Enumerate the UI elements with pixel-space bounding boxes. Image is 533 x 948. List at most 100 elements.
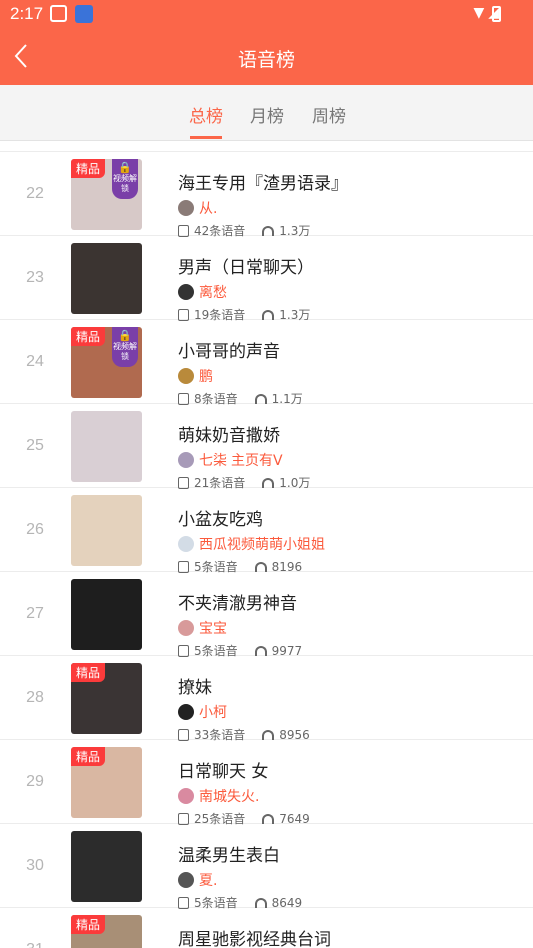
author[interactable]: 宝宝 (178, 618, 227, 637)
author[interactable]: 南城失火. (178, 786, 260, 805)
active-tab-indicator (190, 136, 222, 139)
avatar (178, 704, 194, 720)
avatar (178, 788, 194, 804)
title-bar: 语音榜 (0, 28, 533, 85)
list-item[interactable]: 30 温柔男生表白 夏. 5条语音 8649 (0, 824, 533, 910)
item-title: 撩妹 (178, 678, 212, 698)
tab-monthly[interactable]: 月榜 (250, 102, 284, 127)
author[interactable]: 七柒 主页有V (178, 450, 283, 469)
avatar (178, 620, 194, 636)
list-item[interactable]: 28 精品 撩妹 小柯 33条语音 8956 (0, 656, 533, 742)
item-title: 不夹清澈男神音 (178, 594, 297, 614)
headphones-icon (262, 310, 275, 320)
lock-icon: 🔒 (118, 161, 132, 174)
cover-image: 精品 (71, 747, 142, 818)
tab-weekly[interactable]: 周榜 (312, 102, 346, 127)
list-item[interactable]: 27 不夹清澈男神音 宝宝 5条语音 9977 (0, 572, 533, 658)
rank-number: 30 (26, 857, 44, 874)
rank-number: 23 (26, 269, 44, 286)
premium-badge: 精品 (71, 915, 106, 934)
premium-badge: 精品 (71, 159, 106, 178)
author[interactable]: 西瓜视频萌萌小姐姐 (178, 534, 325, 553)
author-name: 宝宝 (199, 621, 227, 637)
author-name: 夏. (199, 873, 218, 889)
rank-number: 26 (26, 521, 44, 538)
avatar (178, 872, 194, 888)
item-title: 周星驰影视经典台词 (178, 930, 331, 948)
list-item[interactable]: 25 萌妹奶音撒娇 七柒 主页有V 21条语音 1.0万 (0, 404, 533, 490)
status-bar: 2:17 ▼◢ (0, 0, 533, 28)
author-name: 离愁 (199, 285, 227, 301)
list-item[interactable]: 31精品周星驰影视经典台词 (0, 908, 533, 948)
cover-image: 精品 🔒 视频解锁 (71, 159, 142, 230)
cover-image (71, 411, 142, 482)
list-item[interactable]: 24 精品 🔒 视频解锁 小哥哥的声音鹏 8条语音 1.1万 (0, 320, 533, 406)
author[interactable]: 夏. (178, 870, 218, 889)
item-title: 日常聊天 女 (178, 762, 269, 782)
tab-bar: 总榜 月榜 周榜 (0, 85, 533, 141)
premium-badge: 精品 (71, 747, 106, 766)
video-unlock-label: 视频解锁 (113, 342, 137, 361)
author-name: 小柯 (199, 705, 227, 721)
rank-number: 29 (26, 773, 44, 790)
rank-number: 22 (26, 185, 44, 202)
avatar (178, 368, 194, 384)
author-name: 南城失火. (199, 789, 260, 805)
battery-icon (492, 6, 501, 22)
tab-overall[interactable]: 总榜 (189, 102, 223, 127)
cover-image: 精品 (71, 915, 142, 948)
avatar (178, 284, 194, 300)
video-unlock-tag: 🔒 视频解锁 (112, 327, 138, 367)
rank-number: 25 (26, 437, 44, 454)
rank-number: 31 (0, 941, 70, 948)
author[interactable]: 小柯 (178, 702, 227, 721)
cover-image (71, 243, 142, 314)
author-name: 七柒 (199, 453, 227, 469)
headphones-icon (254, 394, 267, 404)
page-title: 语音榜 (237, 49, 295, 71)
author-name: 西瓜视频萌萌小姐姐 (199, 537, 325, 553)
list-item[interactable]: 29 精品 日常聊天 女南城失火. 25条语音 7649 (0, 740, 533, 826)
video-unlock-label: 视频解锁 (113, 174, 137, 193)
cover-image: 精品 (71, 663, 142, 734)
item-title: 海王专用『渣男语录』 (178, 174, 348, 194)
author[interactable]: 离愁 (178, 282, 227, 301)
author[interactable]: 从. (178, 198, 218, 217)
notification-app-icon (50, 5, 67, 22)
item-title: 小盆友吃鸡 (178, 510, 263, 530)
video-unlock-tag: 🔒 视频解锁 (112, 159, 138, 199)
item-title: 男声（日常聊天） (178, 258, 314, 278)
premium-badge: 精品 (71, 663, 106, 682)
cover-image: 精品 🔒 视频解锁 (71, 327, 142, 398)
author-name: 鹏 (199, 369, 213, 385)
status-time: 2:17 (10, 4, 44, 23)
item-title: 萌妹奶音撒娇 (178, 426, 280, 446)
avatar (178, 536, 194, 552)
rank-number: 28 (26, 689, 44, 706)
avatar (178, 452, 194, 468)
premium-badge: 精品 (71, 327, 106, 346)
headphones-icon (262, 730, 275, 740)
headphones-icon (254, 898, 267, 908)
author-tag: 主页有V (231, 453, 283, 469)
cover-image (71, 831, 142, 902)
list-item[interactable]: 26 小盆友吃鸡 西瓜视频萌萌小姐姐 5条语音 8196 (0, 488, 533, 574)
cover-image (71, 495, 142, 566)
headphones-icon (254, 562, 267, 572)
author[interactable]: 鹏 (178, 366, 213, 385)
rank-number: 24 (26, 353, 44, 370)
headphones-icon (262, 478, 275, 488)
headphones-icon (254, 646, 267, 656)
list-item-partial (0, 141, 533, 152)
author-name: 从. (199, 201, 218, 217)
lock-icon: 🔒 (118, 329, 132, 342)
item-title: 小哥哥的声音 (178, 342, 280, 362)
headphones-icon (262, 814, 275, 824)
rank-number: 27 (26, 605, 44, 622)
cover-image (71, 579, 142, 650)
list-item[interactable]: 23 男声（日常聊天） 离愁 19条语音 1.3万 (0, 236, 533, 322)
ranking-list[interactable]: 22 精品 🔒 视频解锁 海王专用『渣男语录』 从. 42条语音 1.3万 23 男声（日常聊天）… (0, 141, 533, 948)
avatar (178, 200, 194, 216)
list-item[interactable]: 22 精品 🔒 视频解锁 海王专用『渣男语录』 从. 42条语音 1.3万 (0, 152, 533, 238)
download-notification-icon (75, 5, 93, 23)
